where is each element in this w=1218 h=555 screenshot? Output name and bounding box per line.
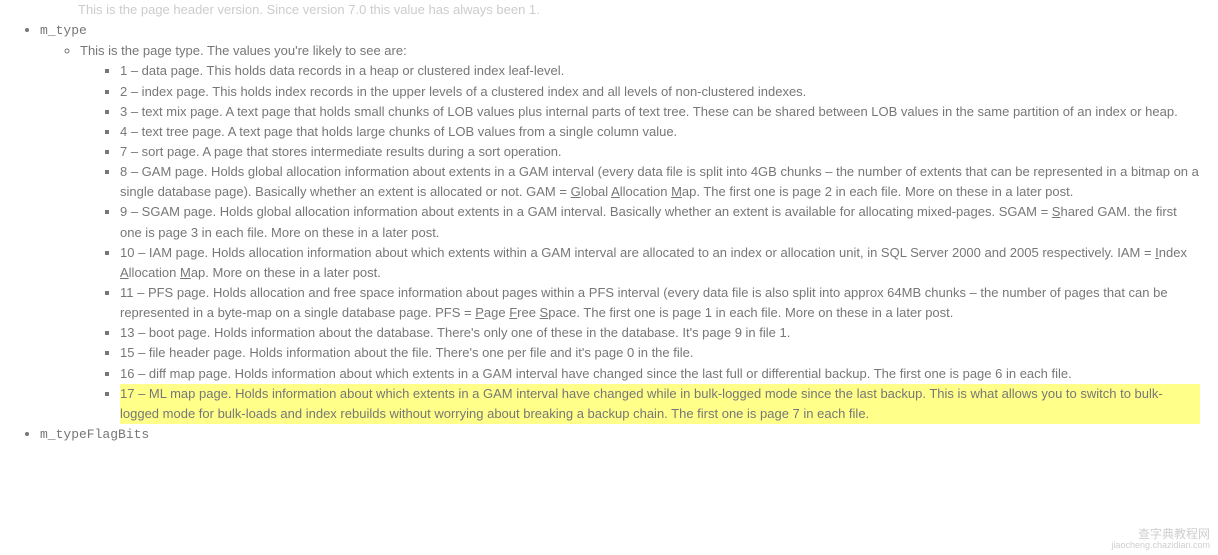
partial-previous-item: This is the page header version. Since v…: [0, 0, 1200, 20]
watermark-line2: jiaocheng.chazidian.com: [1111, 541, 1210, 551]
m-type-value-item: 11 – PFS page. Holds allocation and free…: [120, 283, 1200, 323]
m-type-value-item: 2 – index page. This holds index records…: [120, 82, 1200, 102]
m-type-value-item: 13 – boot page. Holds information about …: [120, 323, 1200, 343]
top-level-list: This is the page header version. Since v…: [0, 0, 1200, 445]
m-type-value-item: 4 – text tree page. A text page that hol…: [120, 122, 1200, 142]
document-content: This is the page header version. Since v…: [0, 0, 1218, 451]
field-m-type: m_type This is the page type. The values…: [40, 20, 1200, 424]
m-type-value-item: 17 – ML map page. Holds information abou…: [120, 384, 1200, 424]
m-type-value-item: 15 – file header page. Holds information…: [120, 343, 1200, 363]
m-type-value-item: 9 – SGAM page. Holds global allocation i…: [120, 202, 1200, 242]
field-m-typeflagbits: m_typeFlagBits: [40, 424, 1200, 445]
m-type-sublist: This is the page type. The values you're…: [40, 41, 1200, 424]
m-type-values-list: 1 – data page. This holds data records i…: [80, 61, 1200, 424]
field-m-type-label: m_type: [40, 23, 87, 38]
field-m-typeflagbits-label: m_typeFlagBits: [40, 427, 149, 442]
m-type-value-item: 7 – sort page. A page that stores interm…: [120, 142, 1200, 162]
watermark-line1: 查字典教程网: [1111, 528, 1210, 541]
m-type-value-item: 10 – IAM page. Holds allocation informat…: [120, 243, 1200, 283]
m-type-value-item: 8 – GAM page. Holds global allocation in…: [120, 162, 1200, 202]
m-type-value-item: 16 – diff map page. Holds information ab…: [120, 364, 1200, 384]
partial-top-text: This is the page header version. Since v…: [40, 0, 1200, 20]
m-type-value-item: 3 – text mix page. A text page that hold…: [120, 102, 1200, 122]
watermark: 查字典教程网 jiaocheng.chazidian.com: [1111, 528, 1210, 551]
m-type-value-item: 1 – data page. This holds data records i…: [120, 61, 1200, 81]
m-type-intro-text: This is the page type. The values you're…: [80, 43, 407, 58]
m-type-intro: This is the page type. The values you're…: [80, 41, 1200, 424]
